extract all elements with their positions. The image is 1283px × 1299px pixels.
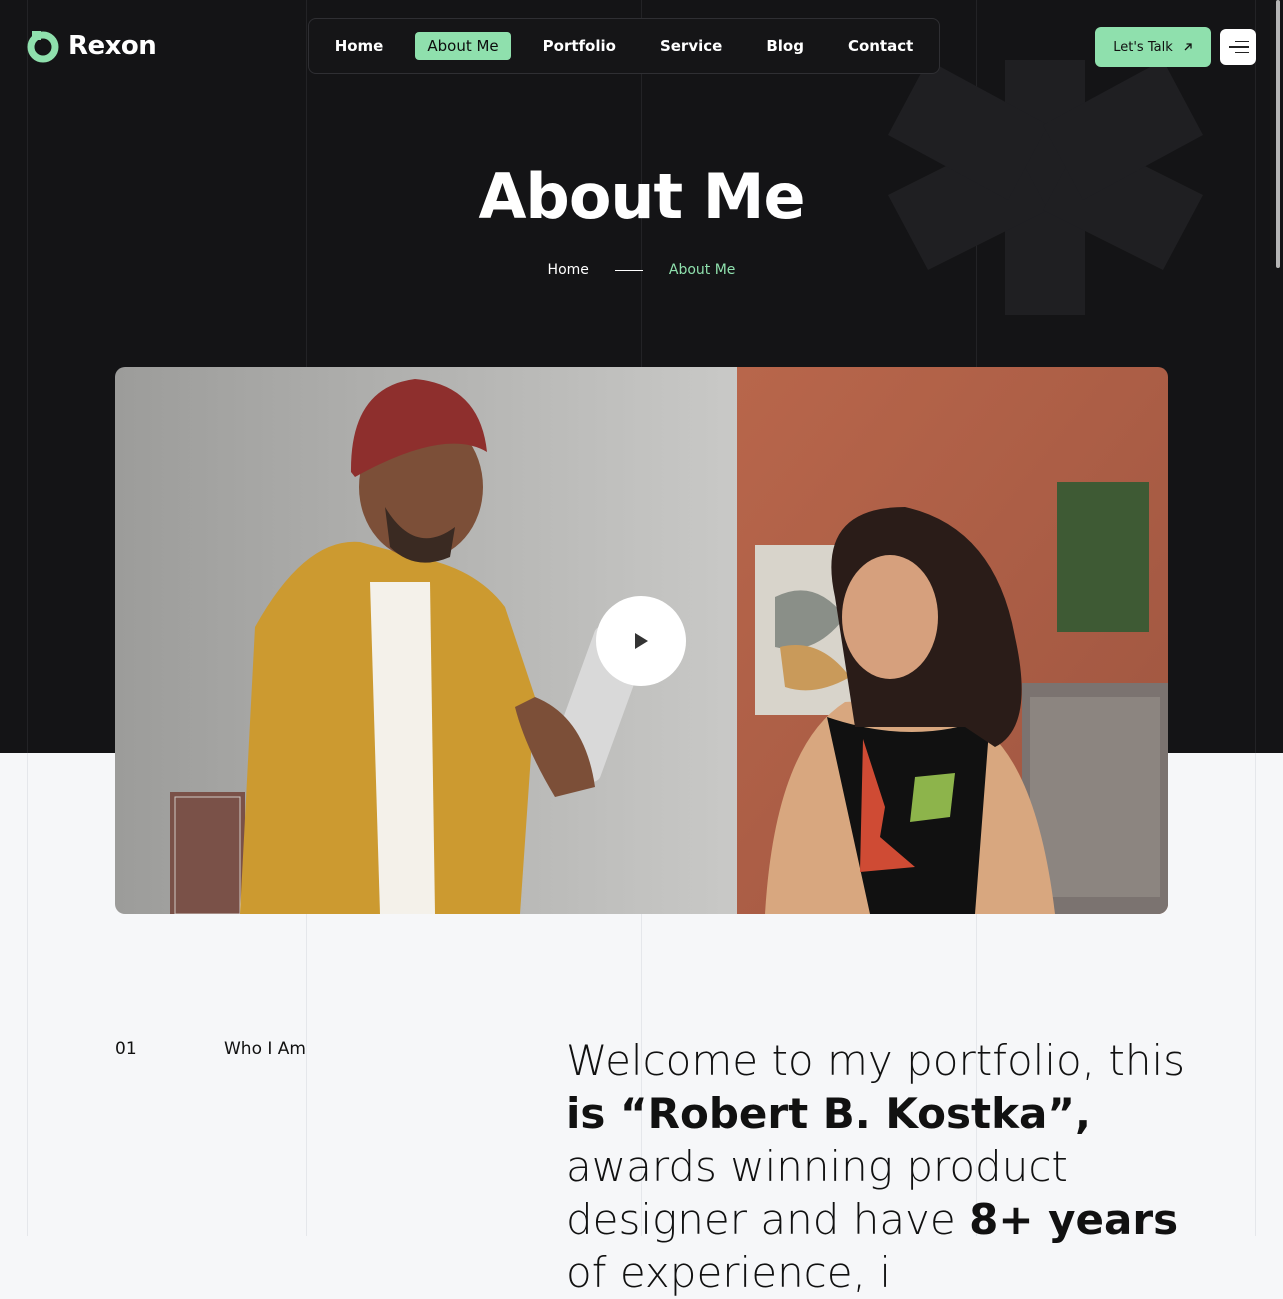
intro-years: 8+ years xyxy=(969,1195,1179,1244)
grid-line xyxy=(27,753,28,1236)
hamburger-icon xyxy=(1235,40,1249,43)
intro-text: Welcome to my portfolio, this is “Robert… xyxy=(566,1034,1206,1299)
breadcrumb: Home About Me xyxy=(0,262,1283,278)
nav-item-service[interactable]: Service xyxy=(648,32,734,60)
arrow-up-right-icon xyxy=(1184,43,1192,51)
hamburger-icon xyxy=(1235,51,1249,54)
logo[interactable]: Rexon xyxy=(26,29,157,63)
page-title: About Me xyxy=(478,160,805,233)
lets-talk-label: Let's Talk xyxy=(1113,39,1173,55)
hamburger-icon xyxy=(1229,46,1249,48)
hamburger-menu-button[interactable] xyxy=(1220,29,1256,65)
logo-icon xyxy=(27,31,59,63)
grid-line xyxy=(1255,753,1256,1236)
scrollbar[interactable] xyxy=(1276,0,1280,268)
breadcrumb-separator xyxy=(614,269,643,271)
grid-line xyxy=(1255,0,1256,753)
nav-item-home[interactable]: Home xyxy=(323,32,396,60)
breadcrumb-home[interactable]: Home xyxy=(548,262,589,278)
lets-talk-button[interactable]: Let's Talk xyxy=(1095,27,1211,67)
intro-name: is “Robert B. Kostka”, xyxy=(566,1089,1091,1138)
section-label: Who I Am xyxy=(224,1039,306,1059)
main-nav: Home About Me Portfolio Service Blog Con… xyxy=(308,18,940,74)
nav-item-about-me[interactable]: About Me xyxy=(415,32,511,60)
nav-item-contact[interactable]: Contact xyxy=(836,32,925,60)
play-icon xyxy=(635,633,648,649)
nav-item-portfolio[interactable]: Portfolio xyxy=(531,32,628,60)
intro-text-part: Welcome to my portfolio, this xyxy=(566,1036,1186,1085)
breadcrumb-current: About Me xyxy=(668,262,736,278)
play-button[interactable] xyxy=(596,596,686,686)
nav-item-blog[interactable]: Blog xyxy=(754,32,816,60)
brand-name: Rexon xyxy=(68,31,157,61)
section-number: 01 xyxy=(115,1039,137,1059)
intro-text-part: of experience, i xyxy=(566,1248,891,1297)
grid-line xyxy=(27,0,28,753)
